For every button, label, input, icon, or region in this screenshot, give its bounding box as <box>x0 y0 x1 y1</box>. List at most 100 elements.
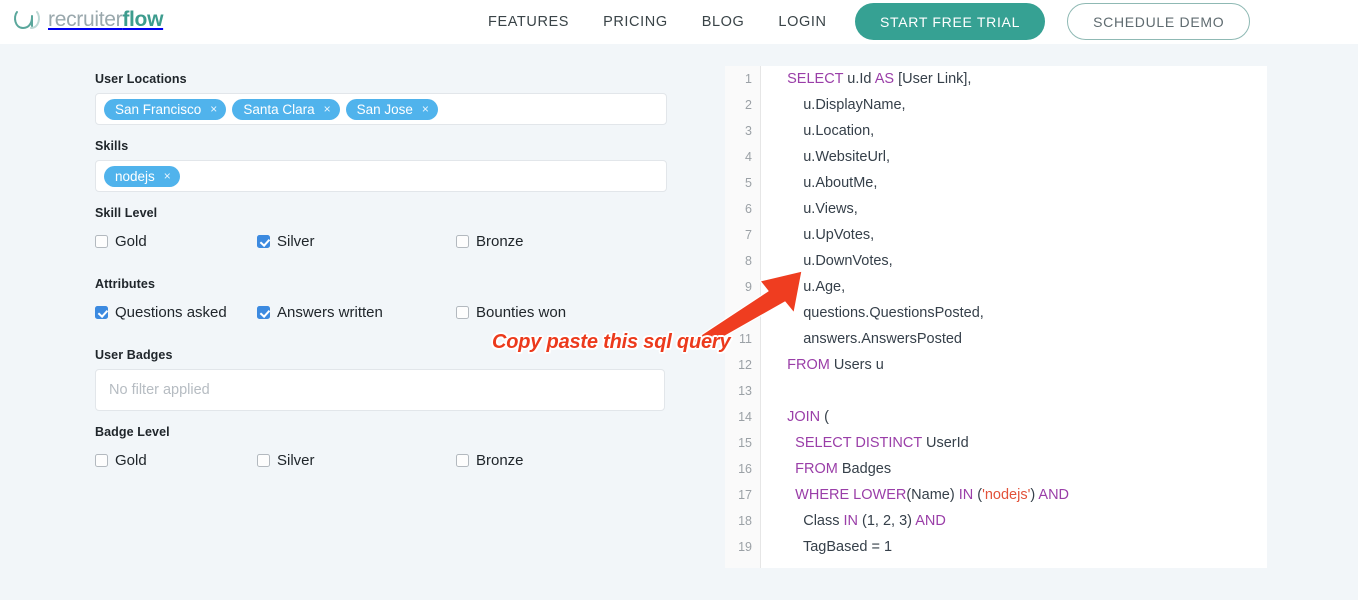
code-line[interactable] <box>761 378 1267 404</box>
checkbox-badge-level-bronze[interactable]: Bronze <box>456 452 524 469</box>
header-cta-group: START FREE TRIAL SCHEDULE DEMO <box>855 3 1251 40</box>
line-number: 13 <box>738 384 752 398</box>
checkbox-icon[interactable] <box>456 306 469 319</box>
checkbox-label: Questions asked <box>115 304 227 321</box>
tag-chip[interactable]: San Jose × <box>345 98 438 120</box>
main-nav: FEATURES PRICING BLOG LOGIN <box>488 0 827 44</box>
line-number: 14 <box>738 410 752 424</box>
checkbox-questions-asked[interactable]: Questions asked <box>95 304 257 321</box>
line-number: 9 <box>745 280 752 294</box>
skill-level-options: Gold Silver Bronze <box>95 233 667 250</box>
skills-input[interactable]: nodejs × <box>95 160 667 192</box>
tag-remove-icon[interactable]: × <box>422 103 429 115</box>
checkbox-badge-level-gold[interactable]: Gold <box>95 452 257 469</box>
checkbox-label: Gold <box>115 452 147 469</box>
badge-level-options: Gold Silver Bronze <box>95 452 667 469</box>
checkbox-icon[interactable] <box>456 235 469 248</box>
code-line[interactable]: SELECT u.Id AS [User Link], <box>761 66 1267 92</box>
nav-item-pricing[interactable]: PRICING <box>603 14 668 30</box>
checkbox-label: Bounties won <box>476 304 567 321</box>
checkbox-icon[interactable] <box>456 454 469 467</box>
code-line[interactable]: u.Views, <box>761 196 1267 222</box>
code-line[interactable]: u.WebsiteUrl, <box>761 144 1267 170</box>
sql-code-lines[interactable]: SELECT u.Id AS [User Link], u.DisplayNam… <box>761 66 1267 560</box>
line-number: 19 <box>738 540 752 554</box>
nav-item-blog[interactable]: BLOG <box>702 14 745 30</box>
line-number: 8 <box>745 254 752 268</box>
checkbox-icon[interactable] <box>257 454 270 467</box>
code-line[interactable]: u.DisplayName, <box>761 92 1267 118</box>
line-number: 1 <box>745 72 752 86</box>
skill-level-label: Skill Level <box>95 206 158 220</box>
attributes-options: Questions asked Answers written Bounties… <box>95 304 667 321</box>
code-line[interactable]: u.AboutMe, <box>761 170 1267 196</box>
code-line[interactable]: Class IN (1, 2, 3) AND <box>761 508 1267 534</box>
logo-text-light: recruiter <box>48 8 123 31</box>
code-line[interactable]: u.Age, <box>761 274 1267 300</box>
checkbox-skill-level-silver[interactable]: Silver <box>257 233 456 250</box>
skills-label: Skills <box>95 139 129 153</box>
line-number: 16 <box>738 462 752 476</box>
attributes-label: Attributes <box>95 277 156 291</box>
checkbox-icon[interactable] <box>257 306 270 319</box>
line-number: 6 <box>745 202 752 216</box>
checkbox-label: Silver <box>277 233 315 250</box>
checkbox-label: Gold <box>115 233 147 250</box>
checkbox-label: Silver <box>277 452 315 469</box>
checkbox-answers-written[interactable]: Answers written <box>257 304 456 321</box>
nav-item-login[interactable]: LOGIN <box>778 14 826 30</box>
code-line[interactable]: u.DownVotes, <box>761 248 1267 274</box>
tag-remove-icon[interactable]: × <box>164 170 171 182</box>
line-number: 2 <box>745 98 752 112</box>
user-locations-input[interactable]: San Francisco × Santa Clara × San Jose × <box>95 93 667 125</box>
logo[interactable]: recruiterflow <box>10 4 163 36</box>
line-number: 4 <box>745 150 752 164</box>
line-number: 7 <box>745 228 752 242</box>
line-number: 3 <box>745 124 752 138</box>
user-badges-input[interactable] <box>95 369 665 411</box>
code-line[interactable]: SELECT DISTINCT UserId <box>761 430 1267 456</box>
code-line[interactable]: u.UpVotes, <box>761 222 1267 248</box>
logo-text: recruiterflow <box>48 8 163 32</box>
code-line[interactable]: FROM Badges <box>761 456 1267 482</box>
line-number: 5 <box>745 176 752 190</box>
code-line[interactable]: answers.AnswersPosted <box>761 326 1267 352</box>
page-body: User Locations San Francisco × Santa Cla… <box>0 44 1358 600</box>
start-free-trial-button[interactable]: START FREE TRIAL <box>855 3 1046 40</box>
line-number: 12 <box>738 358 752 372</box>
checkbox-skill-level-gold[interactable]: Gold <box>95 233 257 250</box>
sql-query-panel[interactable]: 1 2 3 4 5 6 7 8 9 10 11 12 13 14 15 16 17 18 19 SELECT u.I… <box>725 66 1267 568</box>
tag-label: nodejs <box>115 168 155 184</box>
annotation-text: Copy paste this sql query <box>492 331 731 353</box>
checkbox-icon[interactable] <box>257 235 270 248</box>
schedule-demo-button[interactable]: SCHEDULE DEMO <box>1067 3 1251 40</box>
line-number: 18 <box>738 514 752 528</box>
checkbox-label: Answers written <box>277 304 383 321</box>
code-line[interactable]: FROM Users u <box>761 352 1267 378</box>
tag-remove-icon[interactable]: × <box>210 103 217 115</box>
tag-chip[interactable]: San Francisco × <box>104 98 227 120</box>
nav-item-features[interactable]: FEATURES <box>488 14 569 30</box>
code-line[interactable]: u.Location, <box>761 118 1267 144</box>
site-header: recruiterflow FEATURES PRICING BLOG LOGI… <box>0 0 1358 44</box>
checkbox-icon[interactable] <box>95 306 108 319</box>
user-locations-label: User Locations <box>95 72 187 86</box>
code-line[interactable]: TagBased = 1 <box>761 534 1267 560</box>
code-line[interactable]: questions.QuestionsPosted, <box>761 300 1267 326</box>
checkbox-icon[interactable] <box>95 454 108 467</box>
line-number-gutter: 1 2 3 4 5 6 7 8 9 10 11 12 13 14 15 16 17 18 19 <box>725 66 761 568</box>
badge-level-label: Badge Level <box>95 425 170 439</box>
line-number: 17 <box>738 488 752 502</box>
code-line[interactable]: WHERE LOWER(Name) IN ('nodejs') AND <box>761 482 1267 508</box>
tag-remove-icon[interactable]: × <box>324 103 331 115</box>
tag-chip[interactable]: Santa Clara × <box>232 98 340 120</box>
checkbox-badge-level-silver[interactable]: Silver <box>257 452 456 469</box>
checkbox-label: Bronze <box>476 233 524 250</box>
checkbox-bounties-won[interactable]: Bounties won <box>456 304 566 321</box>
checkbox-skill-level-bronze[interactable]: Bronze <box>456 233 524 250</box>
tag-chip[interactable]: nodejs × <box>104 165 180 187</box>
line-number: 10 <box>738 306 752 320</box>
code-line[interactable]: JOIN ( <box>761 404 1267 430</box>
checkbox-icon[interactable] <box>95 235 108 248</box>
tag-label: San Jose <box>356 101 413 117</box>
